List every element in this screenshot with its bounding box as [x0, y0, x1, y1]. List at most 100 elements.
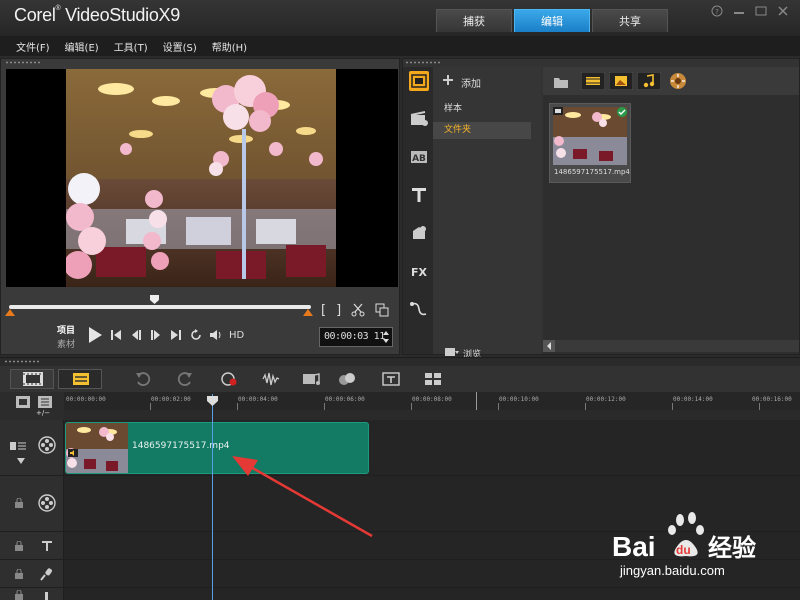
filter-fx-icon[interactable]: FX: [409, 261, 429, 281]
lock-icon[interactable]: [14, 498, 24, 508]
menu-help[interactable]: 帮助(H): [212, 39, 247, 54]
play-mode-selector[interactable]: 项目 素材: [57, 324, 75, 352]
import-icon[interactable]: [669, 72, 687, 90]
library-scrollbar[interactable]: [543, 340, 799, 352]
lock-icon[interactable]: [14, 541, 24, 551]
library-folder-tree: 添加 样本 文件夹 浏览: [433, 67, 541, 360]
maximize-icon[interactable]: [752, 4, 770, 18]
overlay-track-header: [0, 476, 64, 531]
mode-project[interactable]: 项目: [57, 324, 75, 338]
video-clip[interactable]: 1486597175517.mp4: [65, 422, 369, 474]
subtitle-editor-icon[interactable]: [382, 371, 400, 387]
trim-in-handle[interactable]: [5, 309, 15, 316]
product-name: VideoStudio: [65, 5, 159, 25]
panel-grip[interactable]: [5, 61, 41, 64]
lock-icon[interactable]: [14, 590, 24, 600]
window-controls: ?: [708, 4, 792, 18]
watermark-du: du: [676, 543, 691, 557]
add-folder-button[interactable]: 添加: [443, 75, 481, 90]
lock-icon[interactable]: [14, 569, 24, 579]
clip-name: 1486597175517.mp4: [132, 441, 230, 451]
redo-icon[interactable]: [176, 371, 194, 387]
title-track-header: [0, 532, 64, 559]
music-track: [0, 588, 800, 600]
scrub-playhead[interactable]: [150, 295, 159, 304]
panel-grip[interactable]: [4, 360, 40, 363]
tree-item-folder[interactable]: 文件夹: [433, 122, 531, 139]
track-manager-icon[interactable]: [16, 396, 30, 408]
transition-icon[interactable]: AB: [409, 147, 429, 167]
end-icon[interactable]: [169, 328, 183, 342]
panel-grip[interactable]: [405, 61, 441, 64]
library-content: 1486597175517.mp4: [543, 67, 799, 354]
timecode-spinner-icon[interactable]: [382, 330, 390, 344]
tree-item-samples[interactable]: 样本: [433, 101, 531, 118]
show-videos-icon[interactable]: [581, 72, 605, 90]
tab-share[interactable]: 共享: [592, 9, 668, 32]
microphone-icon: [40, 568, 52, 581]
audio-indicator-icon: [68, 449, 78, 457]
close-icon[interactable]: [774, 4, 792, 18]
undo-icon[interactable]: [134, 371, 152, 387]
add-label: 添加: [461, 79, 481, 90]
home-icon[interactable]: [109, 328, 123, 342]
mark-in-button[interactable]: [: [321, 303, 326, 318]
sound-mixer-icon[interactable]: [262, 371, 280, 387]
library-thumbnail[interactable]: 1486597175517.mp4: [549, 103, 631, 183]
scissors-icon[interactable]: [351, 303, 365, 317]
graphic-icon[interactable]: [409, 223, 429, 243]
show-photos-icon[interactable]: [609, 72, 633, 90]
record-capture-icon[interactable]: [220, 371, 238, 387]
timecode-field[interactable]: 00:00:03 11: [319, 327, 393, 347]
preview-viewer: [6, 69, 398, 287]
folder-icon[interactable]: [553, 75, 569, 89]
repeat-icon[interactable]: [189, 328, 203, 342]
mark-buttons: [ ]: [321, 303, 389, 318]
title-bar: Corel® VideoStudioX9 ? 捕获 编辑 共享: [0, 0, 800, 36]
track-expand-icon[interactable]: [17, 458, 25, 464]
zoom-control[interactable]: +/−: [36, 409, 50, 417]
chapter-marker-icon[interactable]: [38, 396, 52, 408]
music-track-body[interactable]: [64, 588, 800, 600]
track-visibility-icon[interactable]: [10, 440, 26, 452]
ruler-tick: 00:00:08:00: [412, 396, 452, 403]
app-window: Corel® VideoStudioX9 ? 捕获 编辑 共享 文件(F) 编辑…: [0, 0, 800, 600]
minimize-icon[interactable]: [730, 4, 748, 18]
ruler-tick: 00:00:12:00: [586, 396, 626, 403]
volume-icon[interactable]: [209, 328, 223, 342]
help-icon[interactable]: ?: [708, 4, 726, 18]
ruler-tick: 00:00:02:00: [151, 396, 191, 403]
ruler-tick: 00:00:00:00: [66, 396, 106, 403]
path-icon[interactable]: [409, 299, 429, 319]
timeline-view-button[interactable]: [58, 369, 102, 389]
scroll-left-icon[interactable]: [543, 340, 555, 352]
check-icon: [617, 107, 627, 117]
menu-file[interactable]: 文件(F): [16, 39, 50, 54]
timeline-ruler[interactable]: 00:00:00:00 00:00:02:00 00:00:04:00 00:0…: [64, 392, 800, 410]
menu-tools[interactable]: 工具(T): [114, 39, 148, 54]
title-icon[interactable]: [409, 185, 429, 205]
motion-tracking-icon[interactable]: [338, 371, 356, 387]
next-frame-icon[interactable]: [149, 328, 163, 342]
menu-edit[interactable]: 编辑(E): [65, 39, 99, 54]
hd-toggle[interactable]: HD: [229, 330, 244, 341]
mode-clip[interactable]: 素材: [57, 338, 75, 352]
multi-camera-icon[interactable]: [424, 371, 442, 387]
library-category-bar: AB FX: [403, 67, 433, 354]
tab-capture[interactable]: 捕获: [436, 9, 512, 32]
copy-icon[interactable]: [375, 303, 389, 317]
auto-music-icon[interactable]: [302, 371, 320, 387]
timeline-playhead-line: [212, 394, 213, 600]
show-audio-icon[interactable]: [637, 72, 661, 90]
media-icon[interactable]: [409, 71, 429, 91]
mark-out-button[interactable]: ]: [336, 303, 341, 318]
storyboard-view-button[interactable]: [10, 369, 54, 389]
menu-settings[interactable]: 设置(S): [163, 39, 197, 54]
tab-edit[interactable]: 编辑: [514, 9, 590, 32]
scrub-bar[interactable]: [5, 295, 313, 316]
instant-project-icon[interactable]: [409, 109, 429, 129]
previous-frame-icon[interactable]: [129, 328, 143, 342]
play-icon[interactable]: [87, 326, 103, 344]
trim-out-handle[interactable]: [303, 309, 313, 316]
thumbnail-filename: 1486597175517.mp4: [554, 168, 630, 176]
